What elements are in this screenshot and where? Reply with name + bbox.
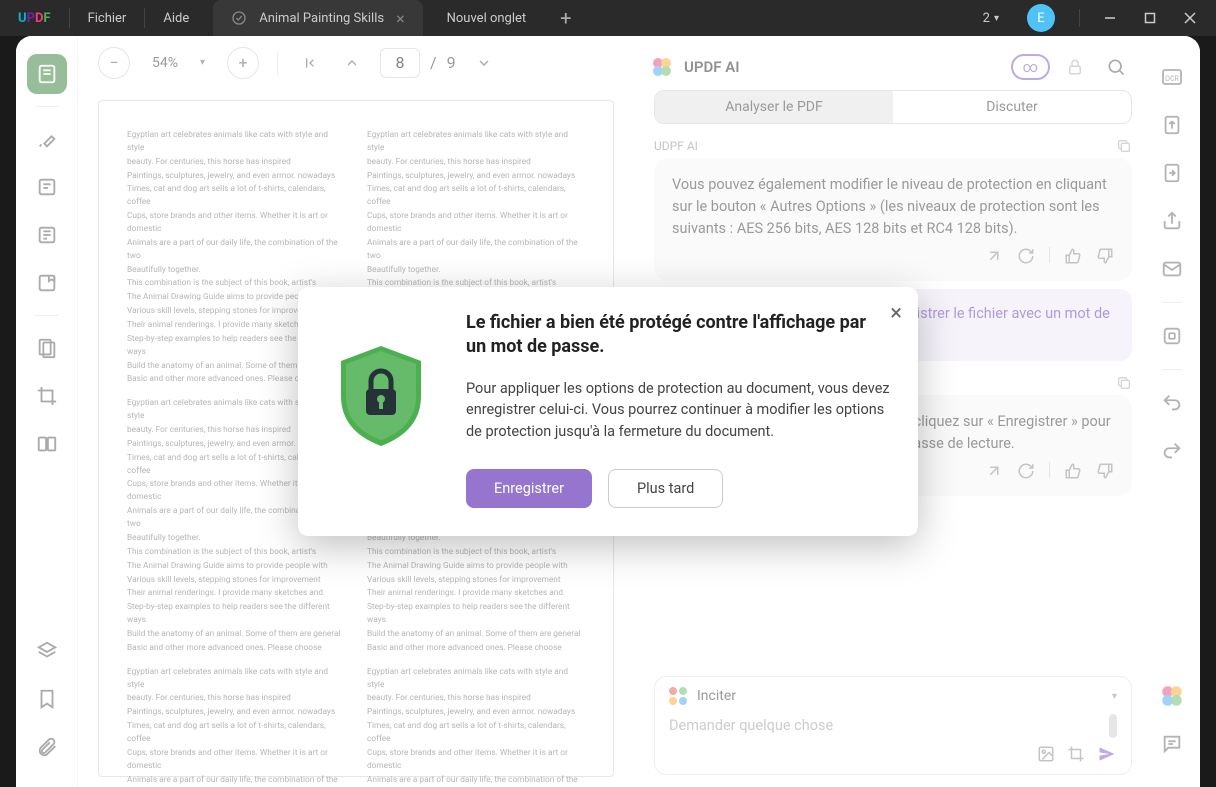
tab-count[interactable]: 2 ▾ xyxy=(971,11,1011,26)
minimize-button[interactable] xyxy=(1092,4,1128,32)
modal-overlay: × Le fichier a bien été protégé contre l… xyxy=(16,36,1200,787)
close-window-button[interactable] xyxy=(1172,4,1208,32)
app-body: − 54% + / 9 Egyptian art celebrates anim… xyxy=(16,36,1200,787)
maximize-button[interactable] xyxy=(1132,4,1168,32)
titlebar: UPDF Fichier Aide Animal Painting Skills… xyxy=(0,0,1216,36)
shield-lock-icon xyxy=(326,341,436,451)
tab-close-icon[interactable]: × xyxy=(396,9,405,28)
later-button[interactable]: Plus tard xyxy=(608,469,723,508)
modal-dialog: × Le fichier a bien été protégé contre l… xyxy=(298,287,918,536)
menu-file[interactable]: Fichier xyxy=(70,11,145,26)
menu-help[interactable]: Aide xyxy=(145,11,207,26)
tab-strip: Animal Painting Skills × Nouvel onglet + xyxy=(207,0,970,36)
modal-close-button[interactable]: × xyxy=(890,301,902,326)
app-logo: UPDF xyxy=(0,11,69,26)
modal-text: Pour appliquer les options de protection… xyxy=(466,378,890,443)
chevron-down-icon: ▾ xyxy=(994,13,999,24)
modal-title: Le fichier a bien été protégé contre l'a… xyxy=(466,311,890,360)
tab-title: Nouvel onglet xyxy=(447,11,527,26)
user-avatar[interactable]: E xyxy=(1027,4,1055,32)
pencil-icon xyxy=(231,10,247,26)
save-button[interactable]: Enregistrer xyxy=(466,469,592,508)
new-tab-button[interactable]: + xyxy=(544,6,587,30)
tab-title: Animal Painting Skills xyxy=(259,11,384,26)
tab-inactive[interactable]: Nouvel onglet xyxy=(429,0,545,36)
tab-active[interactable]: Animal Painting Skills × xyxy=(213,0,422,36)
